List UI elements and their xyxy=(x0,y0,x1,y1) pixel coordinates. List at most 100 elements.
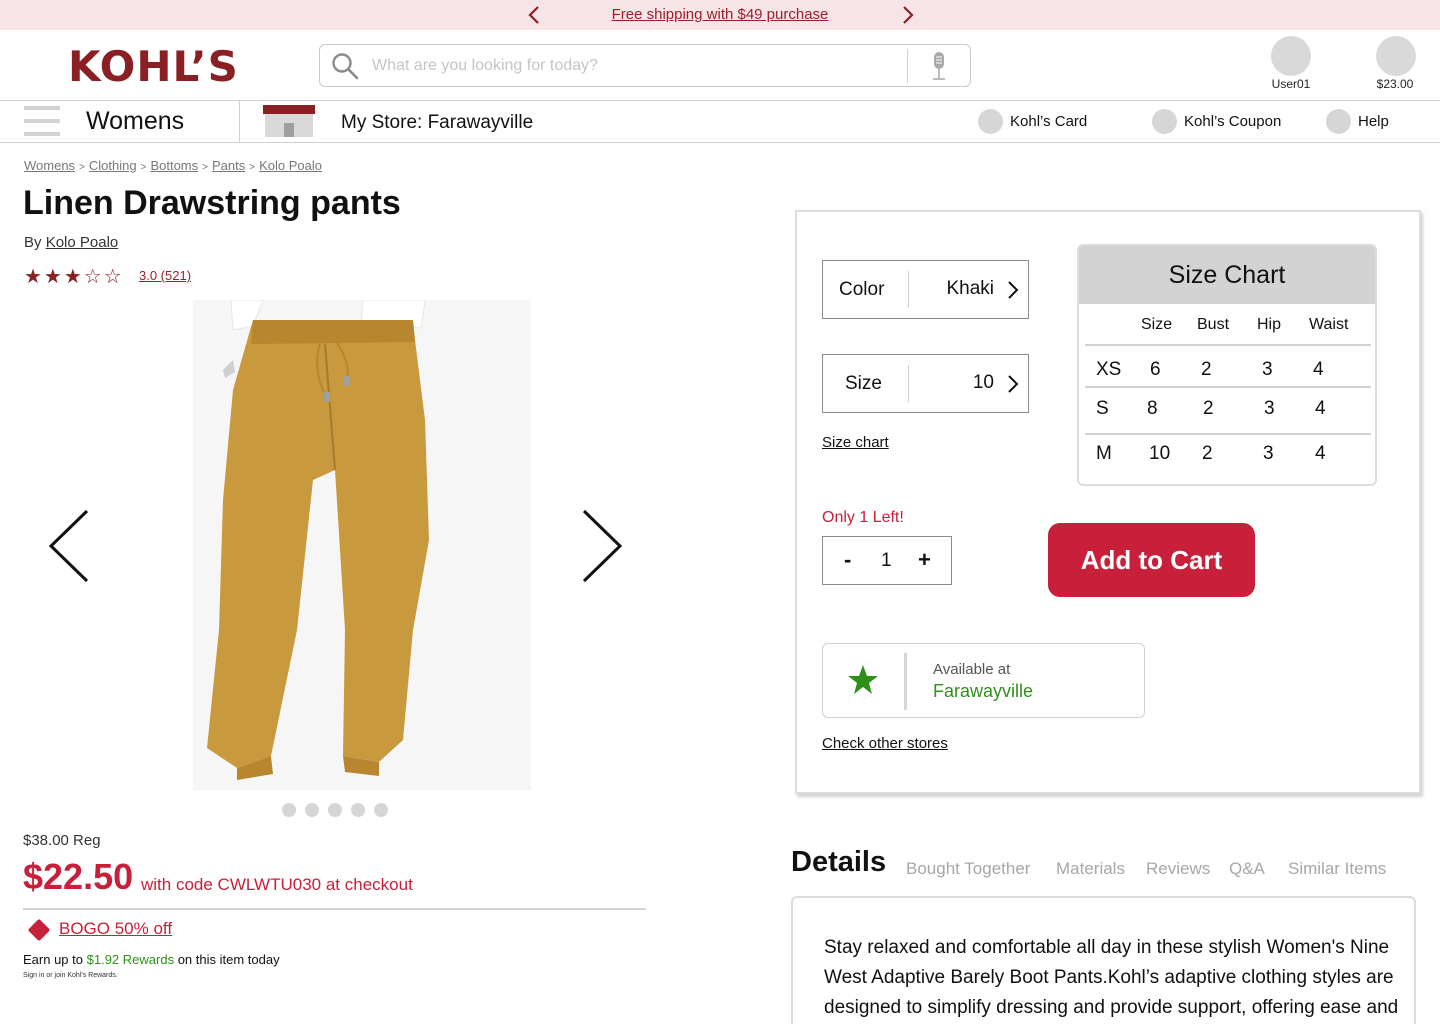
kohls-logo[interactable]: KOHL’S xyxy=(68,42,239,91)
rewards-note: Earn up to $1.92 Rewards on this item to… xyxy=(23,952,280,967)
details-description: Stay relaxed and comfortable all day in … xyxy=(824,937,1399,1018)
tag-icon xyxy=(27,918,51,942)
nav-help[interactable]: Help xyxy=(1358,113,1389,130)
nav-kohls-coupon[interactable]: Kohl’s Coupon xyxy=(1184,113,1281,130)
promo-link[interactable]: Free shipping with $49 purchase xyxy=(520,6,920,23)
tab-bought-together[interactable]: Bought Together xyxy=(906,859,1030,879)
my-store[interactable]: My Store: Farawayville xyxy=(341,112,533,134)
chart-cell: 6 xyxy=(1150,359,1161,380)
tab-materials[interactable]: Materials xyxy=(1056,859,1125,879)
kohls-coupon-icon[interactable] xyxy=(1152,109,1177,134)
chart-cell: 3 xyxy=(1262,359,1273,380)
sale-price: $22.50 xyxy=(23,856,134,897)
add-to-cart-button[interactable]: Add to Cart xyxy=(1048,523,1255,597)
chart-cell: 2 xyxy=(1202,443,1213,464)
carousel-prev-icon[interactable] xyxy=(47,508,91,584)
size-chart-title: Size Chart xyxy=(1079,246,1375,304)
chart-col-header: Waist xyxy=(1309,316,1349,333)
carousel-dot[interactable] xyxy=(328,803,342,817)
color-value: Khaki xyxy=(946,278,994,299)
brand-link[interactable]: Kolo Poalo xyxy=(46,234,119,251)
chart-row-label: M xyxy=(1096,443,1112,464)
rating-stars: ★★★☆☆ xyxy=(24,266,124,288)
size-value: 10 xyxy=(972,372,994,393)
account-avatar[interactable] xyxy=(1271,36,1311,76)
search-icon[interactable] xyxy=(331,52,359,80)
details-panel: Stay relaxed and comfortable all day in … xyxy=(791,896,1416,1024)
chart-cell: 10 xyxy=(1149,443,1171,464)
chart-cell: 3 xyxy=(1264,398,1275,419)
breadcrumb-item[interactable]: Pants xyxy=(212,158,245,173)
pants-illustration xyxy=(193,300,531,790)
signin-rewards-link[interactable]: Sign in or join Kohl's Rewards. xyxy=(23,972,118,979)
quantity-increase-button[interactable]: + xyxy=(918,547,931,573)
nav-divider xyxy=(239,101,240,142)
stock-note: Only 1 Left! xyxy=(822,509,904,526)
kohls-card-icon[interactable] xyxy=(978,109,1003,134)
carousel-dot[interactable] xyxy=(305,803,319,817)
chart-col-header: Size xyxy=(1141,316,1173,333)
product-title: Linen Drawstring pants xyxy=(23,184,401,222)
size-selector[interactable]: Size 10 xyxy=(822,354,1029,413)
breadcrumb: Womens > Clothing > Bottoms > Pants > Kolo Poalo xyxy=(24,158,322,173)
help-icon[interactable] xyxy=(1326,109,1351,134)
nav-kohls-card[interactable]: Kohl’s Card xyxy=(1010,113,1087,130)
search-bar xyxy=(319,44,971,87)
size-chart-table: Size Chart Size Bust Hip Waist XS 6 2 3 … xyxy=(1077,244,1377,486)
regular-price: $38.00 Reg xyxy=(23,832,101,849)
account-label[interactable]: User01 xyxy=(1251,77,1331,91)
color-selector[interactable]: Color Khaki xyxy=(822,260,1029,319)
breadcrumb-item[interactable]: Bottoms xyxy=(150,158,198,173)
details-tab[interactable]: Details xyxy=(791,846,886,879)
breadcrumb-item[interactable]: Kolo Poalo xyxy=(259,158,322,173)
chart-cell: 8 xyxy=(1147,398,1158,419)
product-byline: By Kolo Poalo xyxy=(24,234,118,251)
menu-icon[interactable] xyxy=(24,106,60,136)
rating-link[interactable]: 3.0 (521) xyxy=(139,268,191,283)
size-chart-link[interactable]: Size chart xyxy=(822,434,889,451)
quantity-value[interactable]: 1 xyxy=(881,550,892,572)
microphone-icon[interactable] xyxy=(928,51,950,81)
chart-row-label: XS xyxy=(1096,359,1122,380)
carousel-dot[interactable] xyxy=(351,803,365,817)
carousel-next-icon[interactable] xyxy=(580,508,624,584)
carousel-dot[interactable] xyxy=(374,803,388,817)
breadcrumb-item[interactable]: Clothing xyxy=(89,158,137,173)
price-divider xyxy=(23,908,646,910)
bogo-offer-link[interactable]: BOGO 50% off xyxy=(59,919,172,939)
carousel-dot[interactable] xyxy=(282,803,296,817)
cart-icon[interactable] xyxy=(1376,36,1416,76)
star-icon xyxy=(848,665,878,694)
sale-note: with code CWLWTU030 at checkout xyxy=(141,875,413,894)
chart-col-header: Bust xyxy=(1197,316,1230,333)
search-divider xyxy=(907,49,908,83)
tab-similar-items[interactable]: Similar Items xyxy=(1288,859,1386,879)
available-store: Farawayville xyxy=(933,681,1034,701)
breadcrumb-item[interactable]: Womens xyxy=(24,158,75,173)
cart-total[interactable]: $23.00 xyxy=(1355,77,1435,91)
nav-category[interactable]: Womens xyxy=(86,107,184,136)
carousel-dots xyxy=(282,803,397,822)
chart-cell: 3 xyxy=(1263,443,1274,464)
earn-prefix: Earn up to xyxy=(23,952,83,967)
chart-cell: 4 xyxy=(1315,398,1326,419)
size-label: Size xyxy=(845,373,882,394)
check-other-stores-link[interactable]: Check other stores xyxy=(822,735,948,752)
chart-row-label: S xyxy=(1096,398,1109,419)
store-icon[interactable] xyxy=(263,105,315,137)
search-input[interactable] xyxy=(372,55,892,77)
tab-reviews[interactable]: Reviews xyxy=(1146,859,1210,879)
chart-cell: 2 xyxy=(1201,359,1212,380)
chart-col-header: Hip xyxy=(1257,316,1282,333)
rewards-amount: $1.92 Rewards xyxy=(86,952,175,967)
color-label: Color xyxy=(839,279,885,300)
by-prefix: By xyxy=(24,234,42,251)
chevron-right-icon xyxy=(1008,281,1019,299)
quantity-decrease-button[interactable]: - xyxy=(844,547,851,573)
chart-cell: 4 xyxy=(1313,359,1324,380)
chart-cell: 2 xyxy=(1203,398,1214,419)
tab-qa[interactable]: Q&A xyxy=(1229,859,1265,879)
quantity-stepper: - 1 + xyxy=(822,536,952,585)
chevron-right-icon[interactable] xyxy=(898,4,918,26)
product-image xyxy=(193,300,531,790)
